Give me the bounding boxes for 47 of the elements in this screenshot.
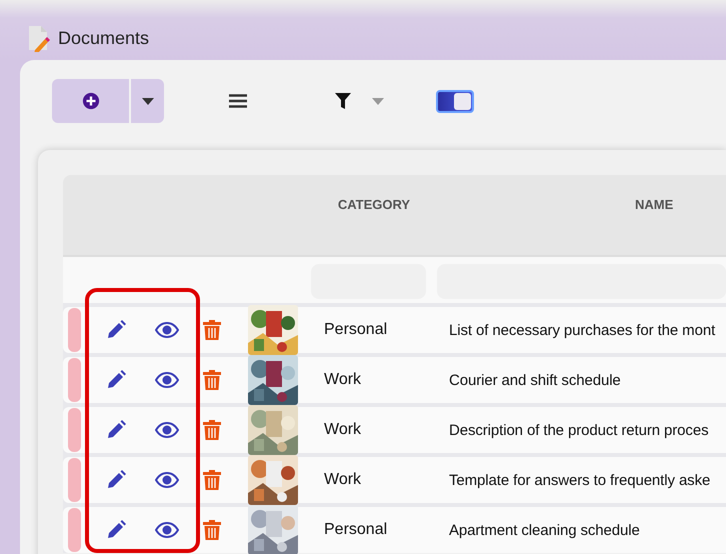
- edit-icon[interactable]: [106, 520, 126, 540]
- toggle-switch[interactable]: [436, 90, 474, 112]
- trash-icon[interactable]: [202, 520, 220, 540]
- menu-icon[interactable]: [229, 94, 247, 108]
- edit-icon[interactable]: [106, 470, 126, 490]
- trash-icon[interactable]: [202, 320, 220, 340]
- table-cell-text: List of necessary purchases for the mont: [448, 322, 716, 338]
- document-icon: [27, 24, 51, 52]
- window-title: Documents: [58, 28, 150, 48]
- table-cell-text: Personal: [323, 521, 388, 539]
- table-cell-text: Work: [323, 471, 362, 489]
- table-cell-text: Work: [323, 371, 362, 389]
- row-marker: [68, 358, 80, 402]
- edit-icon[interactable]: [106, 320, 126, 340]
- filter-icon[interactable]: [335, 93, 351, 109]
- dropdown-button[interactable]: [131, 79, 164, 123]
- row-marker: [68, 408, 80, 452]
- table-row[interactable]: Personal List of necessary purchases for the mont: [63, 307, 726, 353]
- row-marker: [68, 458, 80, 502]
- edit-icon[interactable]: [106, 420, 126, 440]
- plus-icon: [82, 92, 100, 110]
- trash-icon[interactable]: [202, 420, 220, 440]
- row-marker: [68, 308, 80, 352]
- table-cell-text: Courier and shift schedule: [448, 372, 621, 388]
- table-cell-text: Apartment cleaning schedule: [448, 522, 640, 538]
- row-marker: [68, 508, 80, 552]
- view-icon[interactable]: [155, 472, 179, 488]
- caret-icon: [142, 98, 154, 104]
- table-row[interactable]: Work Template for answers to frequently aske: [63, 457, 726, 503]
- table-cell-text: Description of the product return proces: [448, 422, 708, 438]
- caret-icon[interactable]: [372, 98, 384, 104]
- view-icon[interactable]: [155, 422, 179, 438]
- column-header: NAME: [634, 196, 674, 214]
- view-icon[interactable]: [155, 372, 179, 388]
- table-row[interactable]: Personal Apartment cleaning schedule: [63, 507, 726, 553]
- view-icon[interactable]: [155, 322, 179, 338]
- trash-icon[interactable]: [202, 370, 220, 390]
- edit-icon[interactable]: [106, 370, 126, 390]
- view-icon[interactable]: [155, 522, 179, 538]
- table-cell-text: Work: [323, 421, 362, 439]
- column-header: CATEGORY: [336, 196, 412, 214]
- table-cell-text: Template for answers to frequently aske: [448, 472, 710, 488]
- table-cell-text: Personal: [323, 321, 388, 339]
- table-row[interactable]: Work Description of the product return proces: [63, 407, 726, 453]
- add-button[interactable]: [52, 79, 129, 123]
- trash-icon[interactable]: [202, 470, 220, 490]
- table-row[interactable]: Work Courier and shift schedule: [63, 357, 726, 403]
